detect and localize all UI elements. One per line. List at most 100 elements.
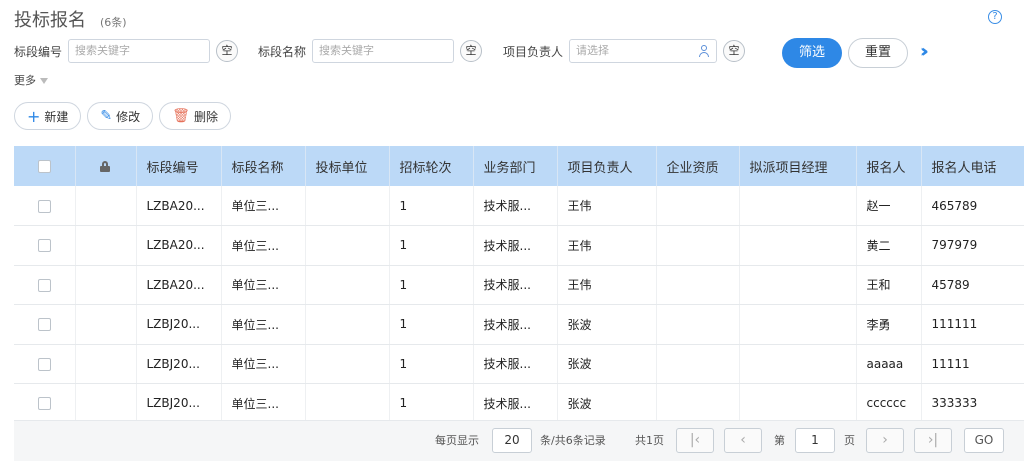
- column-header[interactable]: 项目负责人: [557, 146, 657, 186]
- per-page-input[interactable]: 20: [492, 428, 532, 453]
- table-cell: [305, 265, 390, 305]
- column-header[interactable]: 标段名称: [221, 146, 306, 186]
- table-row[interactable]: LZBJ20... 单位三... 1 技术服... 张波 李勇 111111: [14, 304, 1024, 345]
- edit-button-label: 修改: [116, 109, 141, 124]
- table-cell: 797979: [921, 225, 1024, 266]
- table-cell: 王伟: [557, 225, 657, 266]
- table-cell: [656, 225, 740, 266]
- page-prefix-label: 第: [774, 434, 785, 447]
- row-checkbox-cell[interactable]: [14, 225, 76, 266]
- table-cell: [739, 383, 857, 424]
- filter-button[interactable]: 筛选: [782, 38, 842, 68]
- table-row[interactable]: LZBA20... 单位三... 1 技术服... 王伟 赵一 465789: [14, 186, 1024, 226]
- next-page-icon[interactable]: ›: [866, 428, 904, 453]
- table-cell: LZBJ20...: [136, 304, 222, 345]
- table-cell: 张波: [557, 304, 657, 345]
- project-manager-placeholder: 请选择: [576, 44, 610, 57]
- row-checkbox[interactable]: [38, 239, 51, 253]
- table-cell: [656, 304, 740, 345]
- table-cell: LZBJ20...: [136, 383, 222, 424]
- plus-icon: +: [27, 106, 41, 126]
- lock-cell: [75, 304, 137, 345]
- row-checkbox[interactable]: [38, 357, 51, 371]
- table-cell: 技术服...: [473, 383, 558, 424]
- select-all-checkbox-cell[interactable]: [14, 146, 76, 186]
- table-row[interactable]: LZBA20... 单位三... 1 技术服... 王伟 王和 45789: [14, 265, 1024, 305]
- lock-column-header: [75, 146, 137, 186]
- row-checkbox-cell[interactable]: [14, 344, 76, 384]
- column-header[interactable]: 报名人: [856, 146, 922, 186]
- row-checkbox-cell[interactable]: [14, 265, 76, 305]
- question-circle-icon[interactable]: ?: [988, 10, 1002, 24]
- table-row[interactable]: LZBJ20... 单位三... 1 技术服... 张波 aaaaa 11111: [14, 344, 1024, 384]
- first-page-icon[interactable]: |‹: [676, 428, 714, 453]
- column-header[interactable]: 标段编号: [136, 146, 222, 186]
- section-code-input[interactable]: 搜索关键字: [68, 39, 211, 63]
- row-checkbox-cell[interactable]: [14, 304, 76, 345]
- table-row[interactable]: LZBA20... 单位三... 1 技术服... 王伟 黄二 797979: [14, 225, 1024, 266]
- more-label: 更多: [14, 74, 36, 87]
- filter-project-manager: 项目负责人 请选择 空: [503, 38, 746, 64]
- registration-table: 标段编号 标段名称 投标单位 招标轮次 业务部门 项目负责人 企业资质 拟派项目…: [14, 146, 1024, 424]
- table-cell: 技术服...: [473, 344, 558, 384]
- project-manager-select[interactable]: 请选择: [569, 39, 718, 63]
- column-header[interactable]: 业务部门: [473, 146, 558, 186]
- column-header[interactable]: 投标单位: [305, 146, 390, 186]
- table-cell: [739, 186, 857, 226]
- table-cell: 黄二: [856, 225, 922, 266]
- table-cell: 单位三...: [221, 225, 306, 266]
- row-checkbox-cell[interactable]: [14, 186, 76, 226]
- table-cell: aaaaa: [856, 344, 922, 384]
- table-cell: 45789: [921, 265, 1024, 305]
- lock-cell: [75, 225, 137, 266]
- row-checkbox[interactable]: [38, 318, 51, 332]
- new-button[interactable]: + 新建: [14, 102, 82, 130]
- table-cell: [739, 225, 857, 266]
- table-cell: cccccc: [856, 383, 922, 424]
- action-bar: + 新建 ✎ 修改 🗑 删除: [14, 102, 231, 130]
- table-cell: 1: [389, 225, 474, 266]
- table-cell: LZBA20...: [136, 186, 222, 226]
- project-manager-clear-button[interactable]: 空: [723, 40, 746, 62]
- row-checkbox[interactable]: [38, 199, 51, 213]
- double-chevron-right-icon[interactable]: ››: [920, 41, 929, 62]
- lock-cell: [75, 383, 137, 424]
- table-cell: 单位三...: [221, 186, 306, 226]
- new-button-label: 新建: [44, 109, 69, 124]
- delete-button[interactable]: 🗑 删除: [159, 102, 231, 130]
- table-cell: 王伟: [557, 186, 657, 226]
- section-name-input[interactable]: 搜索关键字: [312, 39, 455, 63]
- row-checkbox-cell[interactable]: [14, 383, 76, 424]
- row-checkbox[interactable]: [38, 278, 51, 292]
- title-row: 投标报名 (6条): [14, 6, 127, 31]
- column-header[interactable]: 招标轮次: [389, 146, 474, 186]
- page-number-input[interactable]: 1: [795, 428, 835, 453]
- section-name-clear-button[interactable]: 空: [460, 40, 483, 62]
- edit-button[interactable]: ✎ 修改: [87, 102, 154, 130]
- table-row[interactable]: LZBJ20... 单位三... 1 技术服... 张波 cccccc 333333: [14, 383, 1024, 424]
- select-all-checkbox[interactable]: [38, 159, 51, 173]
- table-cell: 1: [389, 344, 474, 384]
- table-cell: LZBJ20...: [136, 344, 222, 384]
- filter-label-section-code: 标段编号: [14, 44, 63, 59]
- user-icon[interactable]: [698, 44, 710, 58]
- column-header[interactable]: 报名人电话: [921, 146, 1024, 186]
- table-cell: 1: [389, 383, 474, 424]
- last-page-icon[interactable]: ›|: [914, 428, 952, 453]
- column-header[interactable]: 企业资质: [656, 146, 740, 186]
- prev-page-icon[interactable]: ‹: [724, 428, 762, 453]
- row-checkbox[interactable]: [38, 397, 51, 411]
- table-cell: [305, 383, 390, 424]
- section-code-clear-button[interactable]: 空: [216, 40, 239, 62]
- total-pages-label: 共1页: [635, 434, 664, 447]
- more-toggle[interactable]: 更多: [14, 72, 48, 88]
- table-cell: 333333: [921, 383, 1024, 424]
- reset-button[interactable]: 重置: [848, 38, 908, 68]
- page-title: 投标报名: [14, 10, 86, 31]
- go-button[interactable]: GO: [964, 428, 1004, 453]
- table-cell: 王伟: [557, 265, 657, 305]
- filter-section-code: 标段编号 搜索关键字 空: [14, 38, 239, 64]
- table-cell: [739, 344, 857, 384]
- table-cell: 465789: [921, 186, 1024, 226]
- column-header[interactable]: 拟派项目经理: [739, 146, 857, 186]
